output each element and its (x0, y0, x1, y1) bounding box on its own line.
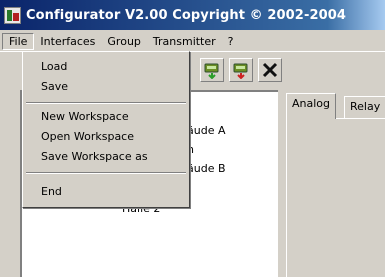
app-icon (4, 6, 21, 24)
menu-bar: File Interfaces Group Transmitter ? (0, 31, 385, 51)
transmitter-add-button[interactable] (200, 58, 224, 82)
tree-item[interactable]: äude B (187, 162, 226, 175)
menu-file[interactable]: File (2, 32, 35, 50)
tab-analog[interactable]: Analog (286, 93, 337, 119)
menu-item-end[interactable]: End (41, 185, 62, 198)
title-bar: Configurator V2.00 Copyright © 2002-2004 (0, 0, 385, 30)
file-menu-dropdown: Load Save New Workspace Open Workspace S… (22, 51, 190, 208)
window-title: Configurator V2.00 Copyright © 2002-2004 (26, 7, 347, 23)
menu-separator (26, 102, 186, 104)
menu-help[interactable]: ? (222, 34, 240, 49)
menu-group[interactable]: Group (101, 34, 147, 49)
menu-separator (26, 172, 186, 174)
delete-button[interactable] (258, 58, 282, 82)
menu-item-open-workspace[interactable]: Open Workspace (41, 130, 134, 143)
menu-item-new-workspace[interactable]: New Workspace (41, 110, 129, 123)
menu-transmitter[interactable]: Transmitter (147, 34, 222, 49)
menu-item-load[interactable]: Load (41, 60, 67, 73)
delete-icon (262, 62, 278, 78)
transmitter-remove-button[interactable] (229, 58, 253, 82)
menu-item-save[interactable]: Save (41, 80, 68, 93)
menu-interfaces[interactable]: Interfaces (34, 34, 101, 49)
transmitter-remove-icon (233, 63, 248, 79)
tab-control: Analog Relay (286, 90, 385, 277)
tree-item[interactable]: äude A (187, 124, 225, 137)
tab-page (286, 118, 385, 277)
transmitter-add-icon (204, 63, 219, 79)
tab-relay[interactable]: Relay (344, 96, 385, 118)
menu-item-save-workspace-as[interactable]: Save Workspace as (41, 150, 148, 163)
